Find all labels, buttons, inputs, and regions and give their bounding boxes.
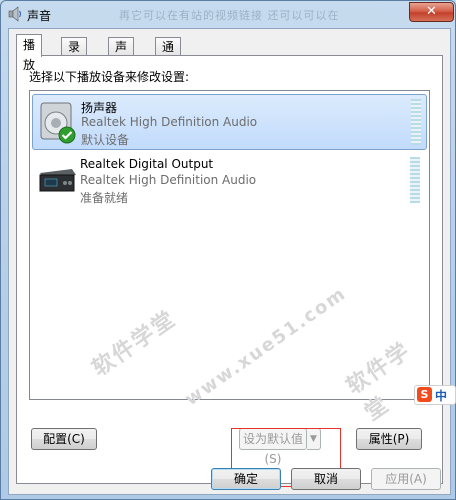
close-button[interactable]: ✕ <box>409 2 454 22</box>
tab-recording[interactable]: 录制 <box>61 37 88 72</box>
speaker-icon <box>40 102 76 144</box>
device-item-digital-output[interactable]: Realtek Digital Output Realtek High Defi… <box>32 153 427 209</box>
ok-button[interactable]: 确定 <box>211 468 281 490</box>
device-driver: Realtek High Definition Audio <box>81 115 258 129</box>
ime-mode-indicator[interactable]: 中 <box>435 387 447 404</box>
playback-panel: 选择以下播放设备来修改设置: 扬声器 Realtek High Definiti… <box>16 55 443 487</box>
apply-button[interactable]: 应用(A) <box>371 468 441 490</box>
properties-button[interactable]: 属性(P) <box>356 428 422 450</box>
watermark-text-right: 软件学堂 <box>342 338 416 427</box>
cancel-button[interactable]: 取消 <box>291 468 361 490</box>
tab-sounds[interactable]: 声音 <box>108 37 135 72</box>
top-watermark: 再它可以在有站的视频链接 还可以可以在 <box>119 9 340 22</box>
watermark-text: 软件学堂 <box>87 306 181 382</box>
configure-button[interactable]: 配置(C) <box>31 428 97 450</box>
window-title: 声音 <box>27 9 52 23</box>
title-bar[interactable]: 声音 再它可以在有站的视频链接 还可以可以在 ✕ <box>1 1 455 27</box>
device-status: 准备就绪 <box>80 191 129 205</box>
sound-dialog: 声音 再它可以在有站的视频链接 还可以可以在 ✕ 播放 录制 声音 通信 选择以… <box>0 0 456 500</box>
check-icon <box>58 126 76 144</box>
close-icon: ✕ <box>426 4 437 19</box>
sound-icon <box>8 6 22 22</box>
device-driver: Realtek High Definition Audio <box>80 173 257 187</box>
digital-output-icon <box>39 169 76 192</box>
device-name: Realtek Digital Output <box>80 157 214 171</box>
tab-playback[interactable]: 播放 <box>16 34 43 72</box>
volume-level-meter <box>410 157 420 203</box>
device-item-speakers[interactable]: 扬声器 Realtek High Definition Audio 默认设备 <box>32 94 427 150</box>
watermark-url: www.xue51.com <box>181 282 351 411</box>
device-name: 扬声器 <box>81 101 118 115</box>
volume-level-meter <box>411 99 421 145</box>
dialog-client: 播放 录制 声音 通信 选择以下播放设备来修改设置: <box>8 28 451 495</box>
ime-toolbar[interactable]: S 中 <box>414 385 456 405</box>
sogou-logo-icon: S <box>417 387 432 402</box>
instruction-label: 选择以下播放设备来修改设置: <box>29 70 190 84</box>
device-status: 默认设备 <box>81 133 130 147</box>
device-list: 扬声器 Realtek High Definition Audio 默认设备 R… <box>29 90 430 426</box>
tab-communications[interactable]: 通信 <box>155 37 182 72</box>
